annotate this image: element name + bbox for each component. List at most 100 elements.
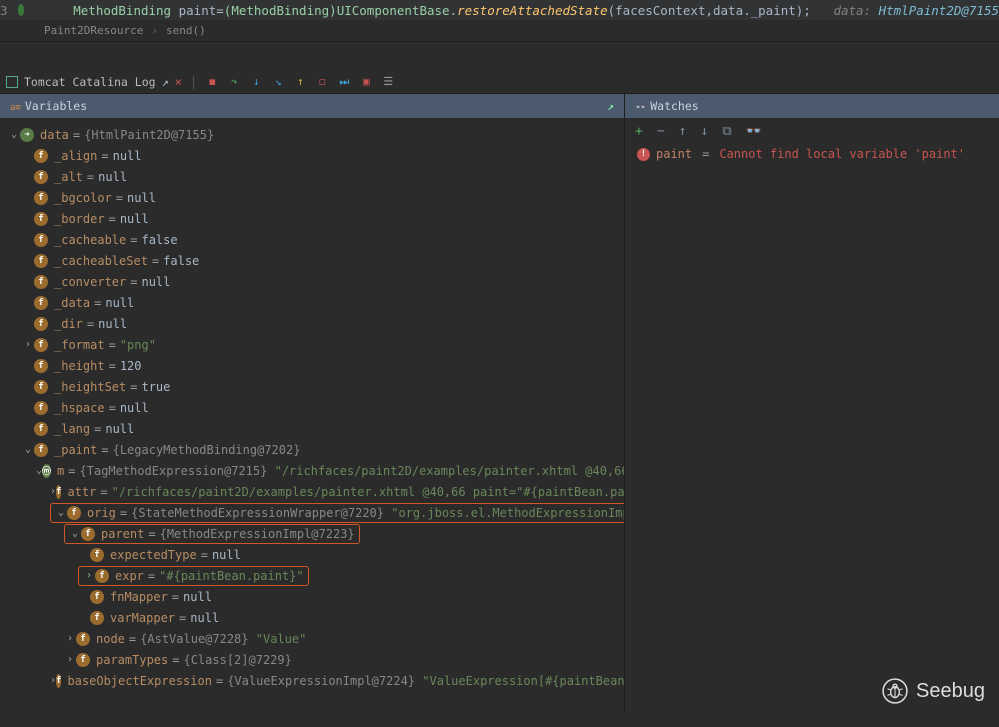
debug-tab-bar: Tomcat Catalina Log ↗ × | ◼ ↷ ↓ ↘ ↑ ◻ ⏭ … (0, 70, 999, 94)
field-icon: f (95, 569, 109, 583)
popout-icon[interactable]: ↗ (607, 99, 614, 113)
var-name[interactable]: _format (54, 338, 105, 352)
tree-row[interactable]: f_heightSet=true (18, 376, 624, 397)
var-name[interactable]: _lang (54, 422, 90, 436)
tree-row[interactable]: f_data=null (18, 292, 624, 313)
object-icon: ➜ (20, 128, 34, 142)
var-name[interactable]: fnMapper (110, 590, 168, 604)
var-name[interactable]: data (40, 128, 69, 142)
editor-line: 3 MethodBinding paint = (MethodBinding) … (0, 0, 999, 20)
var-name[interactable]: _dir (54, 317, 83, 331)
chevron-right-icon[interactable]: › (64, 633, 76, 644)
var-name[interactable]: _cacheable (54, 233, 126, 247)
field-icon: f (67, 506, 81, 520)
field-icon: f (76, 632, 90, 646)
resume-icon[interactable]: ↷ (227, 75, 241, 88)
tree-row[interactable]: f_bgcolor=null (18, 187, 624, 208)
highlighted-node[interactable]: ⌄ f parent = {MethodExpressionImpl@7223} (64, 524, 360, 544)
step-into-icon[interactable]: ↘ (271, 75, 285, 88)
bug-icon (882, 678, 908, 704)
field-icon: f (56, 674, 61, 688)
step-over-icon[interactable]: ↓ (249, 75, 263, 88)
copy-icon[interactable]: ⧉ (722, 124, 731, 139)
highlighted-node[interactable]: ⌄ f orig = {StateMethodExpressionWrapper… (50, 503, 624, 523)
popout-icon[interactable]: ↗ (162, 75, 169, 89)
chevron-right-icon[interactable]: › (22, 339, 34, 350)
var-name[interactable]: expectedType (110, 548, 197, 562)
var-name[interactable]: _align (54, 149, 97, 163)
down-icon[interactable]: ↓ (700, 124, 708, 139)
chevron-down-icon[interactable]: ⌄ (22, 444, 34, 455)
chevron-right-icon[interactable]: › (64, 654, 76, 665)
var-name[interactable]: _border (54, 212, 105, 226)
tree-row[interactable]: f_border=null (18, 208, 624, 229)
glasses-icon[interactable]: 👓 (746, 124, 762, 139)
var-name[interactable]: _bgcolor (54, 191, 112, 205)
crumb-class[interactable]: Paint2DResource (44, 24, 143, 37)
var-name[interactable]: _paint (54, 443, 97, 457)
var-name[interactable]: _cacheableSet (54, 254, 148, 268)
var-name[interactable]: attr (67, 485, 96, 499)
field-icon: f (34, 149, 48, 163)
watches-panel-header: 👓Watches (625, 94, 999, 118)
field-icon: f (34, 422, 48, 436)
field-icon: f (90, 548, 104, 562)
field-icon: f (34, 380, 48, 394)
tree-row[interactable]: ›f_format="png" (18, 334, 624, 355)
variables-tree[interactable]: ⌄ ➜ data = {HtmlPaint2D@7155} f_align=nu… (0, 118, 624, 714)
field-icon: f (34, 317, 48, 331)
chevron-down-icon[interactable]: ⌄ (8, 129, 20, 140)
tree-row[interactable]: f_cacheable=false (18, 229, 624, 250)
chevron-down-icon[interactable]: ⌄ (69, 528, 81, 539)
var-name[interactable]: baseObjectExpression (67, 674, 212, 688)
stop-icon[interactable]: ◼ (205, 75, 219, 88)
highlighted-node[interactable]: › f expr = "#{paintBean.paint}" (78, 566, 309, 586)
run-to-cursor-icon[interactable]: ⏭ (337, 75, 351, 89)
error-icon: ! (637, 148, 650, 161)
evaluate-icon[interactable]: ◻ (315, 75, 329, 88)
field-icon: f (34, 275, 48, 289)
tree-row[interactable]: f_hspace=null (18, 397, 624, 418)
var-name[interactable]: _data (54, 296, 90, 310)
chevron-right-icon[interactable]: › (83, 570, 95, 581)
field-icon: f (34, 401, 48, 415)
var-name[interactable]: paramTypes (96, 653, 168, 667)
var-name[interactable]: _alt (54, 170, 83, 184)
tree-row[interactable]: f_height=120 (18, 355, 624, 376)
up-icon[interactable]: ↑ (679, 124, 687, 139)
settings-icon[interactable]: ☰ (381, 75, 395, 88)
tree-row[interactable]: f_cacheableSet=false (18, 250, 624, 271)
var-name[interactable]: _height (54, 359, 105, 373)
var-name[interactable]: varMapper (110, 611, 175, 625)
field-icon: f (90, 590, 104, 604)
field-icon: f (81, 527, 95, 541)
field-icon: f (34, 254, 48, 268)
add-watch-icon[interactable]: + (635, 124, 643, 139)
field-icon: f (76, 653, 90, 667)
step-out-icon[interactable]: ↑ (293, 75, 307, 88)
tree-row[interactable]: f_lang=null (18, 418, 624, 439)
variables-panel-header: a≡Variables ↗ (0, 94, 624, 118)
inline-hint: data: HtmlPaint2D@7155 (833, 3, 999, 18)
remove-watch-icon[interactable]: − (657, 124, 665, 139)
field-icon: f (34, 233, 48, 247)
watch-item[interactable]: ! paint = Cannot find local variable 'pa… (625, 145, 999, 163)
var-name[interactable]: m (57, 464, 64, 478)
breakpoint-icon[interactable] (18, 4, 24, 16)
tree-row[interactable]: f_converter=null (18, 271, 624, 292)
close-icon[interactable]: × (175, 75, 182, 89)
field-icon: f (34, 170, 48, 184)
var-name[interactable]: _converter (54, 275, 126, 289)
debug-tab[interactable]: Tomcat Catalina Log ↗ × (6, 75, 182, 89)
tree-row[interactable]: f_align=null (18, 145, 624, 166)
tree-row[interactable]: f_dir=null (18, 313, 624, 334)
var-name[interactable]: _heightSet (54, 380, 126, 394)
chevron-down-icon[interactable]: ⌄ (55, 507, 67, 518)
tree-row[interactable]: f_alt=null (18, 166, 624, 187)
field-icon: f (34, 359, 48, 373)
crumb-method[interactable]: send() (166, 24, 206, 37)
tomcat-icon (6, 76, 18, 88)
var-name[interactable]: node (96, 632, 125, 646)
view-breakpoints-icon[interactable]: ▣ (359, 75, 373, 88)
var-name[interactable]: _hspace (54, 401, 105, 415)
